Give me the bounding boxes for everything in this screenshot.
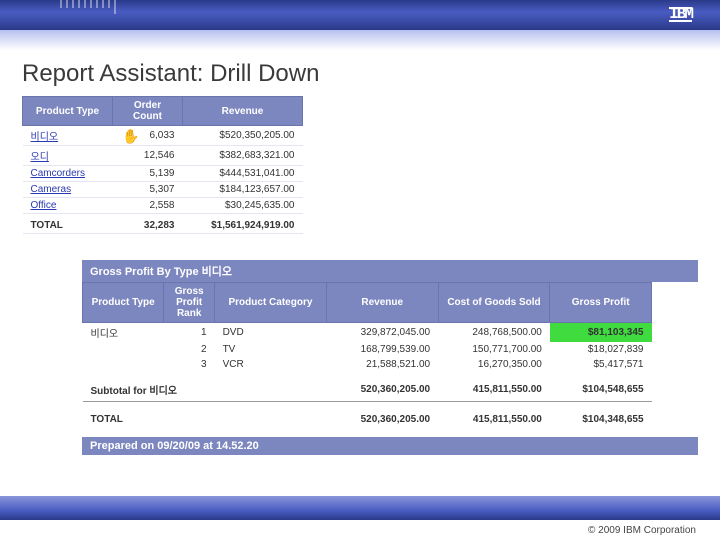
footer-band [0, 496, 720, 520]
header-band: IBM [0, 0, 720, 30]
page-title: Report Assistant: Drill Down [0, 50, 720, 96]
cell: TV [215, 342, 327, 357]
subtotal-rev: 520,360,205.00 [326, 372, 438, 402]
cell: $520,350,205.00 [183, 126, 303, 146]
subtotal-cogs: 415,811,550.00 [438, 372, 550, 402]
subtotal-label: Subtotal for 비디오 [83, 372, 327, 402]
total-rev: $1,561,924,919.00 [183, 214, 303, 234]
group-label: 비디오 [83, 323, 164, 343]
row-link[interactable]: Camcorders [23, 166, 113, 182]
grandtotal-label: TOTAL [83, 402, 327, 438]
prepared-bar: Prepared on 09/20/09 at 14.52.20 [82, 437, 698, 455]
summary-table: Product Type Order Count Revenue 비디오6,03… [22, 96, 303, 234]
cell: 150,771,700.00 [438, 342, 550, 357]
cell: 3 [164, 357, 215, 372]
cell: $30,245,635.00 [183, 198, 303, 214]
cell: $444,531,041.00 [183, 166, 303, 182]
cell: $184,123,657.00 [183, 182, 303, 198]
cell-highlight: $81,103,345 [550, 323, 652, 343]
row-link[interactable]: 비디오 [23, 126, 113, 146]
cell: $18,027,839 [550, 342, 652, 357]
col-revenue: Revenue [183, 97, 303, 126]
cell: $382,683,321.00 [183, 146, 303, 166]
row-link[interactable]: Office [23, 198, 113, 214]
cursor-icon: ✋ [122, 128, 139, 145]
cell: VCR [215, 357, 327, 372]
cell: 21,588,521.00 [326, 357, 438, 372]
drilldown-title: Gross Profit By Type 비디오 [82, 260, 698, 282]
cell: 2,558 [113, 198, 183, 214]
cell: 248,768,500.00 [438, 323, 550, 343]
copyright: © 2009 IBM Corporation [588, 525, 696, 536]
col-product-type: Product Type [23, 97, 113, 126]
cell: 12,546 [113, 146, 183, 166]
header-fade [0, 30, 720, 50]
cell: 16,270,350.00 [438, 357, 550, 372]
col2-cogs: Cost of Goods Sold [438, 283, 550, 323]
drilldown-table: Product Type Gross Profit Rank Product C… [82, 282, 652, 437]
col2-gp: Gross Profit [550, 283, 652, 323]
cell: 5,139 [113, 166, 183, 182]
grandtotal-cogs: 415,811,550.00 [438, 402, 550, 438]
cell: $5,417,571 [550, 357, 652, 372]
subtotal-gp: $104,548,655 [550, 372, 652, 402]
cell: 1 [164, 323, 215, 343]
cell: DVD [215, 323, 327, 343]
total-label: TOTAL [23, 214, 113, 234]
cell: 5,307 [113, 182, 183, 198]
grandtotal-gp: $104,348,655 [550, 402, 652, 438]
row-link[interactable]: 오디 [23, 146, 113, 166]
col2-rev: Revenue [326, 283, 438, 323]
cell: 2 [164, 342, 215, 357]
cell: 168,799,539.00 [326, 342, 438, 357]
ibm-logo: IBM [669, 5, 692, 23]
col-order-count: Order Count [113, 97, 183, 126]
grandtotal-rev: 520,360,205.00 [326, 402, 438, 438]
cell: 329,872,045.00 [326, 323, 438, 343]
row-link[interactable]: Cameras [23, 182, 113, 198]
col2-type: Product Type [83, 283, 164, 323]
col2-cat: Product Category [215, 283, 327, 323]
col2-rank: Gross Profit Rank [164, 283, 215, 323]
total-count: 32,283 [113, 214, 183, 234]
